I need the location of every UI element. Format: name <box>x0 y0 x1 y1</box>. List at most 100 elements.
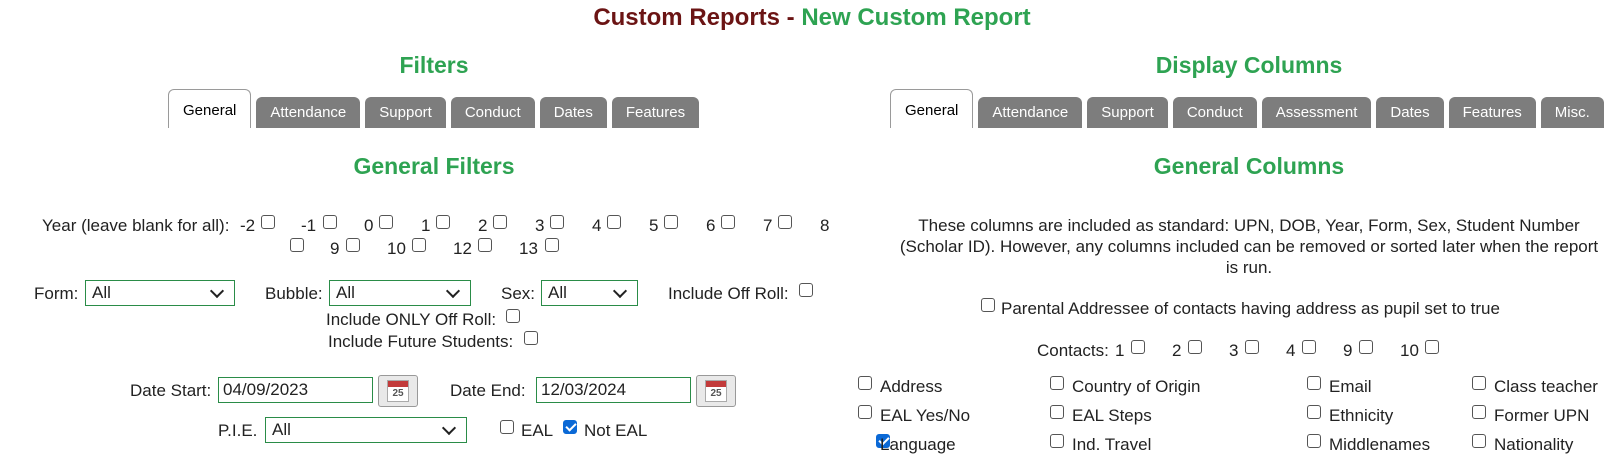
include-off-roll-label: Include Off Roll: <box>668 284 789 303</box>
year-3-checkbox[interactable] <box>550 215 564 229</box>
year-7-label: 7 <box>763 216 773 235</box>
column-country-of-origin-label: Country of Origin <box>1072 377 1201 396</box>
column-eal-yes-no-label: EAL Yes/No <box>880 406 971 425</box>
filters-tab-attendance[interactable]: Attendance <box>256 97 361 128</box>
column-address-label: Address <box>880 377 943 396</box>
date-end-calendar-button[interactable]: 25 <box>696 375 736 407</box>
column-ind-travel-label: Ind. Travel <box>1072 435 1152 454</box>
year-9-checkbox[interactable] <box>346 238 360 252</box>
date-start-calendar-button[interactable]: 25 <box>378 375 418 407</box>
year-5-checkbox[interactable] <box>664 215 678 229</box>
year-2-checkbox[interactable] <box>493 215 507 229</box>
sex-select-value: All <box>548 283 567 302</box>
pie-label: P.I.E. <box>218 421 258 440</box>
year-12-checkbox[interactable] <box>478 238 492 252</box>
sex-select[interactable]: All <box>541 280 638 306</box>
year-4-checkbox[interactable] <box>607 215 621 229</box>
year-label: Year (leave blank for all): <box>42 216 230 235</box>
contact-3-checkbox[interactable] <box>1245 340 1259 354</box>
display-columns-heading: Display Columns <box>1155 52 1343 78</box>
sex-label: Sex: <box>501 284 536 303</box>
filters-tab-dates[interactable]: Dates <box>539 97 607 128</box>
column-former-upn-label: Former UPN <box>1494 406 1590 425</box>
year-minus1-checkbox[interactable] <box>323 215 337 229</box>
column-country-of-origin-checkbox[interactable] <box>1050 376 1064 390</box>
column-language-label: Language <box>880 435 956 454</box>
pie-select[interactable]: All <box>265 417 467 443</box>
contact-2-checkbox[interactable] <box>1188 340 1202 354</box>
filters-tab-features[interactable]: Features <box>611 97 700 128</box>
standard-columns-note-line: is run. <box>1225 258 1273 277</box>
contact-9-label: 9 <box>1343 341 1353 360</box>
filters-tab-support[interactable]: Support <box>365 97 446 128</box>
standard-columns-note: These columns are included as standard: … <box>880 215 1618 278</box>
column-nationality-checkbox[interactable] <box>1472 434 1486 448</box>
year-8-checkbox[interactable] <box>290 238 304 252</box>
column-class-teacher-label: Class teacher <box>1494 377 1598 396</box>
year-10-checkbox[interactable] <box>412 238 426 252</box>
year-13-label: 13 <box>519 239 538 258</box>
year-1-checkbox[interactable] <box>436 215 450 229</box>
year-minus1-label: -1 <box>301 216 317 235</box>
year-13-checkbox[interactable] <box>545 238 559 252</box>
display-tab-features[interactable]: Features <box>1448 97 1536 128</box>
contact-9-checkbox[interactable] <box>1359 340 1373 354</box>
filters-tab-general[interactable]: General <box>168 89 252 128</box>
eal-checkbox[interactable] <box>500 420 514 434</box>
form-select-value: All <box>92 283 111 302</box>
filters-tabs: General Attendance Support Conduct Dates… <box>168 89 704 128</box>
general-columns-heading: General Columns <box>1153 153 1345 179</box>
contact-4-label: 4 <box>1286 341 1296 360</box>
not-eal-checkbox[interactable] <box>563 420 577 434</box>
form-label: Form: <box>34 284 79 303</box>
column-middlenames-checkbox[interactable] <box>1307 434 1321 448</box>
year-6-checkbox[interactable] <box>721 215 735 229</box>
display-tab-assessment[interactable]: Assessment <box>1261 97 1372 128</box>
date-end-input[interactable]: 12/03/2024 <box>536 377 691 403</box>
contacts-label: Contacts: <box>1037 341 1109 360</box>
year-4-label: 4 <box>592 216 602 235</box>
display-tab-conduct[interactable]: Conduct <box>1172 97 1257 128</box>
year-0-checkbox[interactable] <box>379 215 393 229</box>
calendar-day: 25 <box>392 388 404 399</box>
display-tabs: General Attendance Support Conduct Asses… <box>890 89 1609 128</box>
contact-2-label: 2 <box>1172 341 1182 360</box>
contact-10-label: 10 <box>1400 341 1419 360</box>
form-select[interactable]: All <box>85 280 235 306</box>
display-tab-dates[interactable]: Dates <box>1376 97 1444 128</box>
column-class-teacher-checkbox[interactable] <box>1472 376 1486 390</box>
year-5-label: 5 <box>649 216 659 235</box>
year-minus2-checkbox[interactable] <box>261 215 275 229</box>
column-ind-travel-checkbox[interactable] <box>1050 434 1064 448</box>
include-future-checkbox[interactable] <box>524 331 538 345</box>
column-eal-steps-checkbox[interactable] <box>1050 405 1064 419</box>
display-tab-support[interactable]: Support <box>1087 97 1168 128</box>
year-2-label: 2 <box>478 216 488 235</box>
include-only-off-roll-label: Include ONLY Off Roll: <box>326 310 497 329</box>
contact-1-checkbox[interactable] <box>1131 340 1145 354</box>
bubble-label: Bubble: <box>265 284 323 303</box>
filters-tab-conduct[interactable]: Conduct <box>450 97 535 128</box>
display-tab-attendance[interactable]: Attendance <box>978 97 1083 128</box>
column-email-checkbox[interactable] <box>1307 376 1321 390</box>
chevron-down-icon <box>612 283 628 298</box>
column-eal-yes-no-checkbox[interactable] <box>858 405 872 419</box>
chevron-down-icon <box>209 283 225 298</box>
parental-addressee-checkbox[interactable] <box>981 298 995 312</box>
display-tab-general[interactable]: General <box>890 89 974 128</box>
bubble-select[interactable]: All <box>329 280 471 306</box>
general-filters-heading: General Filters <box>353 153 515 179</box>
year-7-checkbox[interactable] <box>778 215 792 229</box>
date-start-input[interactable]: 04/09/2023 <box>218 377 373 403</box>
date-start-label: Date Start: <box>130 381 212 400</box>
contact-10-checkbox[interactable] <box>1425 340 1439 354</box>
include-off-roll-checkbox[interactable] <box>799 283 813 297</box>
include-only-off-roll-checkbox[interactable] <box>506 309 520 323</box>
display-tab-misc[interactable]: Misc. <box>1540 97 1604 128</box>
column-ethnicity-checkbox[interactable] <box>1307 405 1321 419</box>
contact-4-checkbox[interactable] <box>1302 340 1316 354</box>
column-eal-steps-label: EAL Steps <box>1072 406 1152 425</box>
year-0-label: 0 <box>364 216 374 235</box>
column-former-upn-checkbox[interactable] <box>1472 405 1486 419</box>
column-address-checkbox[interactable] <box>858 376 872 390</box>
